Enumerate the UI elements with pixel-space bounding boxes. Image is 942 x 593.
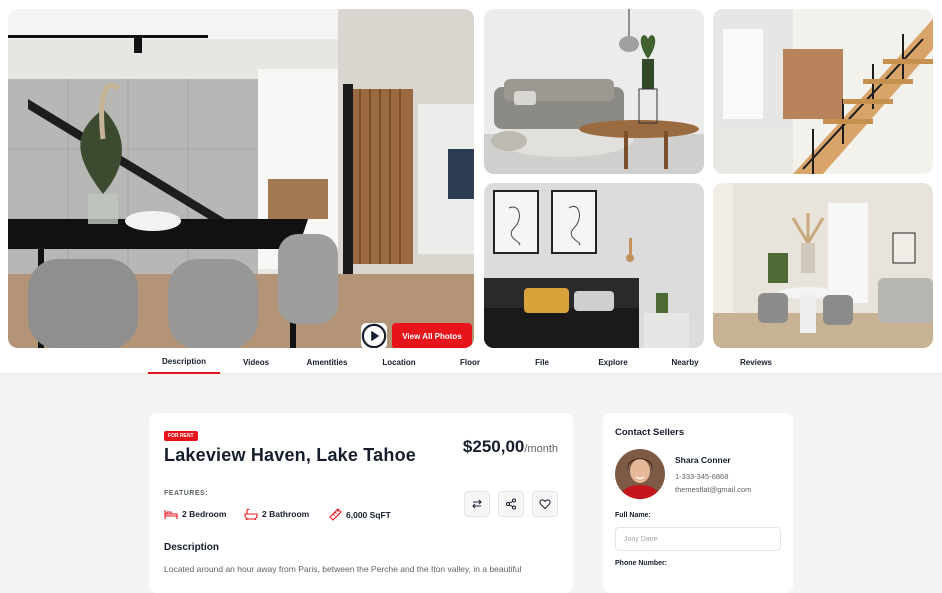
seller-phone[interactable]: 1-333-345-6868 — [675, 472, 728, 481]
phone-number-label: Phone Number: — [615, 560, 668, 567]
feature-bathrooms: 2 Bathroom — [244, 508, 309, 520]
seller-email[interactable]: themesflat@gmail.com — [675, 485, 751, 494]
feature-area-label: 6,000 SqFT — [346, 509, 391, 520]
property-price: $250,00/month — [463, 437, 558, 457]
tab-floor[interactable]: Floor — [452, 350, 488, 374]
play-circle-icon — [361, 323, 387, 348]
photo-staircase[interactable] — [713, 9, 933, 174]
share-button[interactable] — [498, 491, 524, 517]
seller-name: Shara Conner — [675, 455, 731, 465]
favorite-button[interactable] — [532, 491, 558, 517]
tab-amenities[interactable]: Amentities — [297, 350, 357, 374]
property-summary-card: FOR RENT Lakeview Haven, Lake Tahoe $250… — [149, 413, 573, 593]
heart-icon — [539, 499, 551, 510]
avatar — [615, 449, 665, 499]
contact-heading: Contact Sellers — [615, 427, 685, 438]
tab-nearby[interactable]: Nearby — [663, 350, 707, 374]
tab-location[interactable]: Location — [373, 350, 425, 374]
property-title: Lakeview Haven, Lake Tahoe — [164, 445, 416, 465]
main-photo-dining-room[interactable]: View All Photos — [8, 9, 474, 348]
price-unit: /month — [524, 443, 558, 455]
bed-icon — [164, 510, 178, 519]
feature-bedrooms-label: 2 Bedroom — [182, 509, 227, 519]
compare-button[interactable] — [464, 491, 490, 517]
share-icon — [506, 498, 516, 510]
play-video-button[interactable] — [361, 323, 387, 348]
description-heading: Description — [164, 542, 220, 553]
feature-bedrooms: 2 Bedroom — [164, 508, 226, 520]
photo-dining-nook[interactable] — [713, 183, 933, 348]
status-badge: FOR RENT — [164, 431, 198, 441]
tab-reviews[interactable]: Reviews — [733, 350, 779, 374]
contact-sellers-card: Contact Sellers Shara Conner 1-333-345-6… — [603, 413, 793, 593]
tab-description[interactable]: Description — [148, 350, 220, 374]
price-amount: $250,00 — [462, 437, 525, 456]
feature-bathrooms-label: 2 Bathroom — [262, 509, 310, 519]
description-text: Located around an hour away from Paris, … — [164, 564, 522, 574]
full-name-input[interactable] — [615, 527, 781, 551]
tab-explore[interactable]: Explore — [591, 350, 635, 374]
compare-icon — [472, 499, 482, 509]
full-name-label: Full Name: — [615, 512, 651, 519]
feature-area: 6,000 SqFT — [329, 508, 391, 521]
photo-living-room[interactable] — [484, 9, 704, 174]
photo-gallery: View All Photos — [0, 0, 942, 350]
bathtub-icon — [244, 508, 258, 520]
ruler-icon — [329, 508, 342, 521]
view-all-photos-button[interactable]: View All Photos — [392, 323, 472, 348]
tab-videos[interactable]: Videos — [232, 350, 280, 374]
photo-bedroom[interactable] — [484, 183, 704, 348]
tab-file[interactable]: File — [527, 350, 557, 374]
property-tabs: Description Videos Amentities Location F… — [0, 350, 942, 374]
features-label: FEATURES: — [164, 490, 209, 497]
